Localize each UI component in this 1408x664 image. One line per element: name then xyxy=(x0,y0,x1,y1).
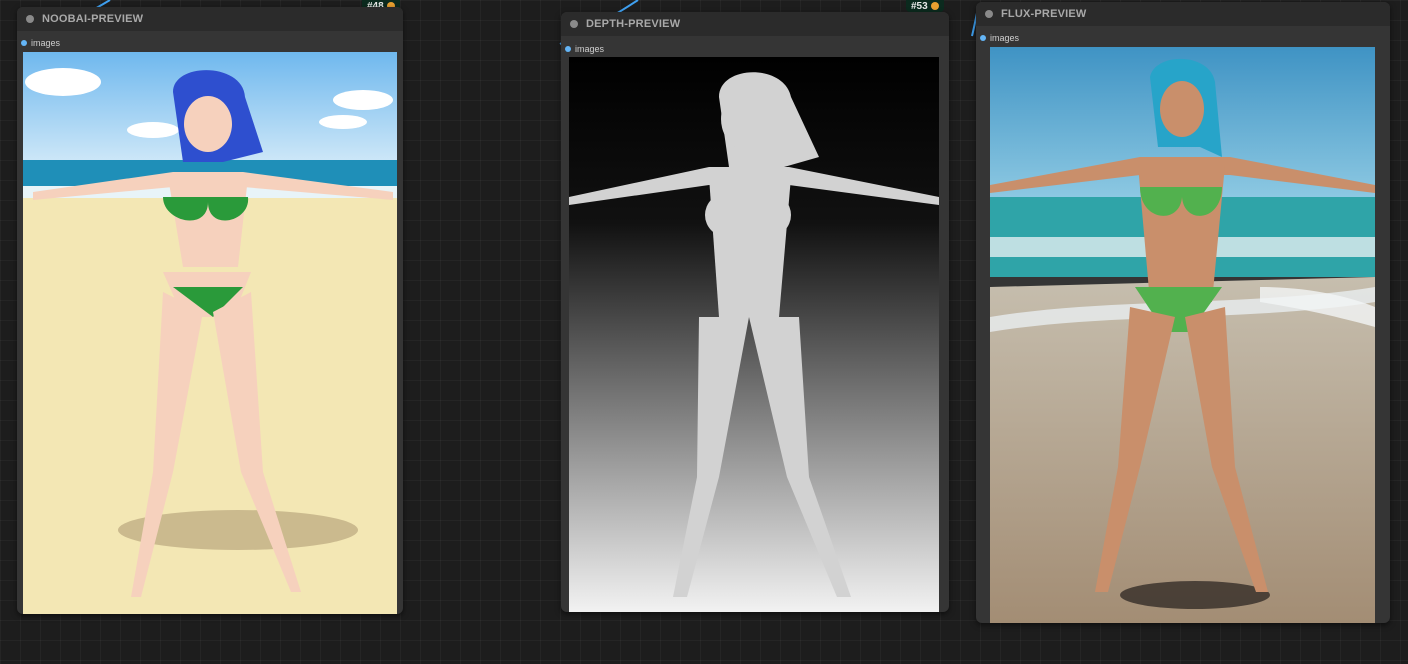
node-noobai-preview[interactable]: NOOBAI-PREVIEW images xyxy=(17,7,403,614)
slot-label: images xyxy=(31,38,61,48)
node-title: FLUX-PREVIEW xyxy=(1001,8,1087,20)
node-title-bar[interactable]: FLUX-PREVIEW xyxy=(976,2,1390,26)
slot-dot-icon[interactable] xyxy=(21,40,27,46)
input-slot-images[interactable]: images xyxy=(21,38,60,48)
node-depth-preview[interactable]: DEPTH-PREVIEW images xyxy=(561,12,949,612)
preview-image-anime xyxy=(23,52,397,614)
preview-image-depth xyxy=(569,57,939,612)
node-title-bar[interactable]: NOOBAI-PREVIEW xyxy=(17,7,403,31)
collapse-dot-icon[interactable] xyxy=(570,20,578,28)
badge-text: #53 xyxy=(911,0,928,12)
node-title: DEPTH-PREVIEW xyxy=(586,18,681,30)
input-slot-images[interactable]: images xyxy=(980,33,1019,43)
slot-dot-icon[interactable] xyxy=(980,35,986,41)
node-flux-preview[interactable]: FLUX-PREVIEW images xyxy=(976,2,1390,623)
node-title-bar[interactable]: DEPTH-PREVIEW xyxy=(561,12,949,36)
slot-dot-icon[interactable] xyxy=(565,46,571,52)
preview-image-photo xyxy=(990,47,1375,623)
slot-label: images xyxy=(990,33,1020,43)
collapse-dot-icon[interactable] xyxy=(26,15,34,23)
input-slot-images[interactable]: images xyxy=(565,44,604,54)
slot-label: images xyxy=(575,44,605,54)
node-id-badge-depth: #53 xyxy=(906,0,944,12)
status-dot-icon xyxy=(930,2,939,10)
collapse-dot-icon[interactable] xyxy=(985,10,993,18)
node-title: NOOBAI-PREVIEW xyxy=(42,13,144,25)
